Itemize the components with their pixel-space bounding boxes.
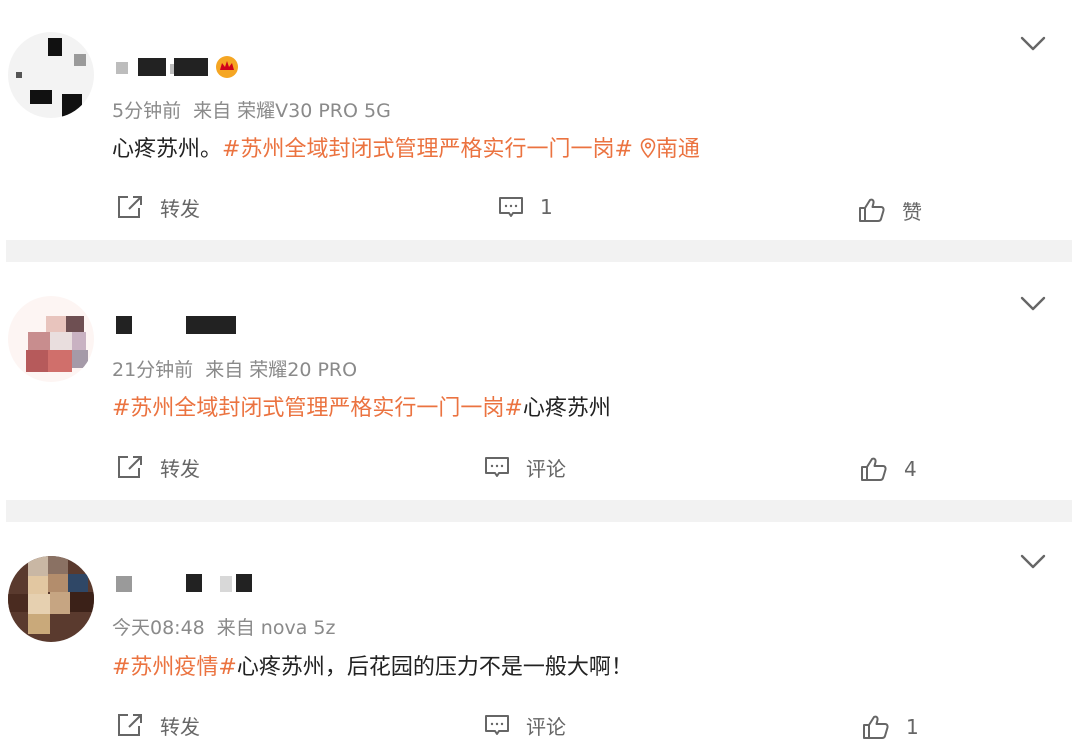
thumbs-up-icon xyxy=(863,715,889,739)
post-meta: 今天08:48 来自 nova 5z xyxy=(112,613,347,640)
thumbs-up-icon xyxy=(861,457,887,481)
post-text-plain: 心疼苏州，后花园的压力不是一般大啊！ xyxy=(236,655,633,680)
post-time: 5分钟前 xyxy=(112,100,182,122)
comment-button[interactable]: 评论 xyxy=(484,708,566,742)
like-button[interactable]: 1 xyxy=(862,710,919,744)
chevron-down-icon[interactable] xyxy=(1020,36,1046,52)
comment-icon xyxy=(485,715,509,735)
repost-label: 转发 xyxy=(160,196,200,221)
post-source: 来自 荣耀V30 PRO 5G xyxy=(193,100,391,122)
comment-button[interactable]: 1 xyxy=(498,190,553,224)
topic-link[interactable]: #苏州疫情# xyxy=(112,655,237,680)
location-pin-icon xyxy=(640,138,656,159)
repost-icon xyxy=(118,714,142,736)
post-source: 来自 nova 5z xyxy=(216,617,336,639)
avatar[interactable] xyxy=(8,296,94,382)
repost-button[interactable]: 转发 xyxy=(116,708,200,742)
post-actions: 转发 评论 4 xyxy=(0,450,1080,484)
comment-button[interactable]: 评论 xyxy=(484,450,566,484)
avatar[interactable] xyxy=(8,32,94,118)
post-divider xyxy=(6,240,1072,262)
like-button[interactable]: 赞 xyxy=(858,193,922,227)
post-card[interactable]: 21分钟前 来自 荣耀20 PRO #苏州全域封闭式管理严格实行一门一岗#心疼苏州… xyxy=(0,262,1080,500)
location-link[interactable]: 南通 xyxy=(640,137,700,162)
thumbs-up-icon xyxy=(859,198,885,222)
post-meta: 21分钟前 来自 荣耀20 PRO xyxy=(112,355,369,382)
chevron-down-icon[interactable] xyxy=(1020,554,1046,570)
post-actions: 转发 评论 1 xyxy=(0,708,1080,742)
post-text: #苏州全域封闭式管理严格实行一门一岗#心疼苏州 xyxy=(112,390,611,422)
comment-icon xyxy=(485,457,509,477)
avatar[interactable] xyxy=(8,556,94,642)
post-card[interactable]: 今天08:48 来自 nova 5z #苏州疫情#心疼苏州，后花园的压力不是一般大… xyxy=(0,522,1080,756)
post-text-plain: 心疼苏州。 xyxy=(112,137,223,162)
comment-label: 评论 xyxy=(526,456,566,481)
repost-button[interactable]: 转发 xyxy=(116,190,200,224)
repost-icon xyxy=(118,196,142,218)
post-text: 心疼苏州。#苏州全域封闭式管理严格实行一门一岗# 南通 xyxy=(112,131,700,163)
repost-label: 转发 xyxy=(160,714,200,739)
post-text-plain: 心疼苏州 xyxy=(522,396,611,421)
post-time: 今天08:48 xyxy=(112,617,205,639)
repost-icon xyxy=(118,456,142,478)
like-label: 赞 xyxy=(902,199,922,224)
post-text: #苏州疫情#心疼苏州，后花园的压力不是一般大啊！ xyxy=(112,649,633,681)
chevron-down-icon[interactable] xyxy=(1020,296,1046,312)
post-time: 21分钟前 xyxy=(112,359,194,381)
comment-label: 评论 xyxy=(526,714,566,739)
repost-button[interactable]: 转发 xyxy=(116,450,200,484)
topic-link[interactable]: #苏州全域封闭式管理严格实行一门一岗# xyxy=(112,396,523,421)
location-label: 南通 xyxy=(655,137,700,162)
post-source: 来自 荣耀20 PRO xyxy=(205,359,358,381)
like-button[interactable]: 4 xyxy=(860,452,917,486)
topic-link[interactable]: #苏州全域封闭式管理严格实行一门一岗# xyxy=(222,137,633,162)
post-card[interactable]: 5分钟前 来自 荣耀V30 PRO 5G 心疼苏州。#苏州全域封闭式管理严格实行一… xyxy=(0,0,1080,240)
comment-count: 1 xyxy=(540,195,553,219)
username-redacted[interactable] xyxy=(116,316,256,338)
post-divider xyxy=(6,500,1072,522)
post-meta: 5分钟前 来自 荣耀V30 PRO 5G xyxy=(112,96,403,123)
like-count: 1 xyxy=(906,715,919,739)
crown-icon xyxy=(216,56,238,78)
comment-icon xyxy=(499,197,523,217)
username-redacted[interactable] xyxy=(116,574,256,596)
like-count: 4 xyxy=(904,457,917,481)
post-actions: 转发 1 赞 xyxy=(0,190,1080,224)
repost-label: 转发 xyxy=(160,456,200,481)
